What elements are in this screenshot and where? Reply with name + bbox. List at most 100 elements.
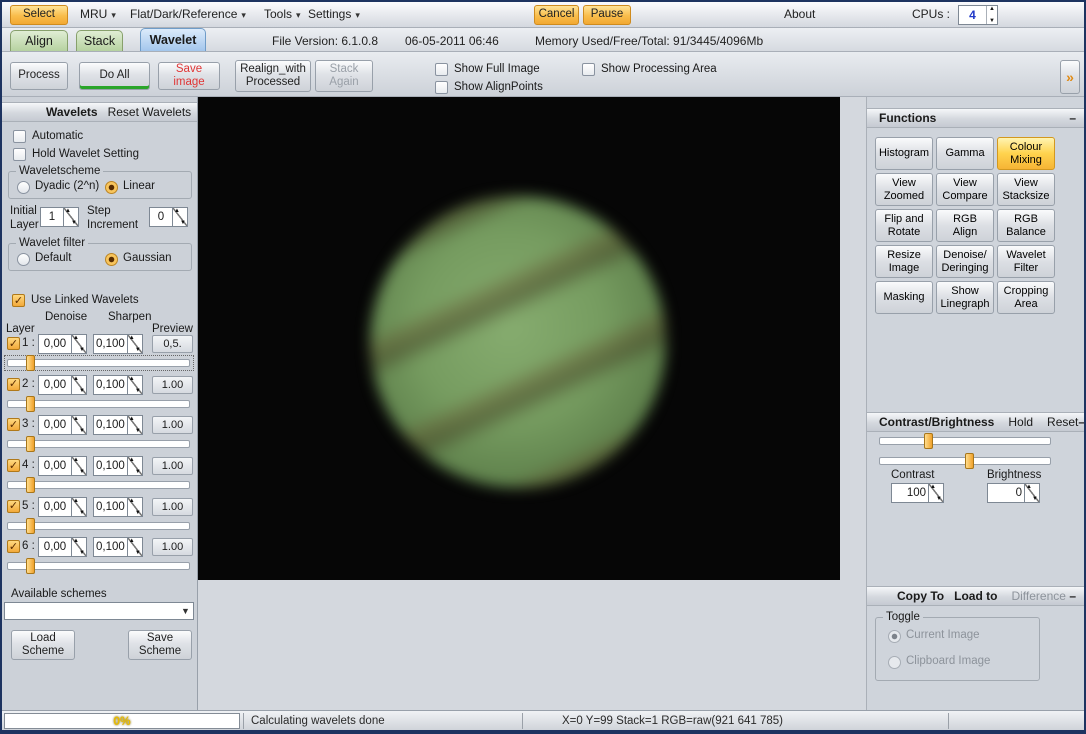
minimize-icon[interactable]: – bbox=[1069, 111, 1076, 125]
initial-layer-field[interactable]: 1 bbox=[40, 207, 79, 227]
fn-colour-mixing[interactable]: Colour Mixing bbox=[997, 137, 1055, 170]
spinner-up-down-icon[interactable] bbox=[986, 6, 997, 24]
spinner-buttons-icon[interactable] bbox=[72, 334, 87, 354]
initial-layer-value[interactable]: 1 bbox=[40, 207, 64, 227]
reset-wavelets-button[interactable]: Reset Wavelets bbox=[108, 105, 192, 119]
contrast-field[interactable]: 100 bbox=[891, 483, 944, 503]
spinner-buttons-icon[interactable] bbox=[1025, 483, 1040, 503]
use-linked-wavelets-checkbox[interactable] bbox=[12, 294, 25, 307]
spinner-buttons-icon[interactable] bbox=[127, 456, 143, 477]
menu-settings[interactable]: Settings bbox=[308, 7, 360, 21]
fn-cropping-area[interactable]: Cropping Area bbox=[997, 281, 1055, 314]
show-alignpoints-checkbox[interactable] bbox=[435, 81, 448, 94]
fn-flip-rotate[interactable]: Flip and Rotate bbox=[875, 209, 933, 242]
fn-show-linegraph[interactable]: Show Linegraph bbox=[936, 281, 994, 314]
select-button[interactable]: Select bbox=[10, 5, 68, 25]
denoise-field[interactable]: 0,00 bbox=[38, 374, 87, 395]
tab-align[interactable]: Align bbox=[10, 30, 68, 51]
denoise-field[interactable]: 0,00 bbox=[38, 537, 87, 558]
brightness-field[interactable]: 0 bbox=[987, 483, 1040, 503]
minimize-icon[interactable]: – bbox=[1078, 415, 1084, 429]
slider-handle[interactable] bbox=[26, 436, 36, 453]
copy-to-button[interactable]: Copy To bbox=[897, 589, 944, 603]
do-all-button[interactable]: Do All bbox=[79, 62, 150, 90]
fn-gamma[interactable]: Gamma bbox=[936, 137, 994, 170]
spinner-buttons-icon[interactable] bbox=[127, 415, 143, 436]
layer-slider[interactable] bbox=[7, 355, 190, 371]
chevron-down-icon[interactable]: ▼ bbox=[178, 603, 193, 619]
cancel-button[interactable]: Cancel bbox=[534, 5, 579, 25]
menu-about[interactable]: About bbox=[784, 7, 815, 21]
sharpen-field[interactable]: 0,100 bbox=[93, 334, 143, 354]
process-button[interactable]: Process bbox=[10, 62, 68, 90]
slider-handle[interactable] bbox=[965, 453, 974, 469]
menu-mru[interactable]: MRU bbox=[80, 7, 116, 21]
sharpen-field[interactable]: 0,100 bbox=[93, 415, 143, 436]
sharpen-field[interactable]: 0,100 bbox=[93, 496, 143, 517]
denoise-field[interactable]: 0,00 bbox=[38, 415, 87, 436]
spinner-buttons-icon[interactable] bbox=[127, 374, 143, 395]
layer-slider[interactable] bbox=[7, 395, 190, 412]
spinner-buttons-icon[interactable] bbox=[127, 334, 143, 354]
fn-view-zoomed[interactable]: View Zoomed bbox=[875, 173, 933, 206]
layer-checkbox[interactable] bbox=[7, 418, 20, 432]
denoise-field[interactable]: 0,00 bbox=[38, 496, 87, 517]
spinner-buttons-icon[interactable] bbox=[173, 207, 188, 227]
spinner-buttons-icon[interactable] bbox=[64, 207, 79, 227]
slider-handle[interactable] bbox=[26, 355, 36, 371]
dyadic-radio[interactable] bbox=[17, 181, 30, 194]
spinner-buttons-icon[interactable] bbox=[72, 456, 87, 477]
fn-wavelet-filter[interactable]: Wavelet Filter bbox=[997, 245, 1055, 278]
step-increment-field[interactable]: 0 bbox=[149, 207, 188, 227]
layer-checkbox[interactable] bbox=[7, 540, 20, 554]
layer-checkbox[interactable] bbox=[7, 459, 20, 473]
spinner-buttons-icon[interactable] bbox=[929, 483, 944, 503]
fn-rgb-balance[interactable]: RGB Balance bbox=[997, 209, 1055, 242]
slider-handle[interactable] bbox=[26, 558, 36, 575]
fn-masking[interactable]: Masking bbox=[875, 281, 933, 314]
fn-view-compare[interactable]: View Compare bbox=[936, 173, 994, 206]
layer-slider[interactable] bbox=[7, 558, 190, 575]
fn-view-stacksize[interactable]: View Stacksize bbox=[997, 173, 1055, 206]
layer-preview-button[interactable]: 1.00 bbox=[152, 457, 193, 476]
denoise-field[interactable]: 0,00 bbox=[38, 456, 87, 477]
tab-stack[interactable]: Stack bbox=[76, 30, 123, 51]
default-filter-radio[interactable] bbox=[17, 253, 30, 266]
layer-checkbox[interactable] bbox=[7, 377, 20, 391]
spinner-buttons-icon[interactable] bbox=[127, 537, 143, 558]
hold-button[interactable]: Hold bbox=[1008, 415, 1033, 429]
layer-slider[interactable] bbox=[7, 517, 190, 534]
spinner-buttons-icon[interactable] bbox=[72, 537, 87, 558]
automatic-checkbox[interactable] bbox=[13, 130, 26, 143]
save-scheme-button[interactable]: Save Scheme bbox=[128, 630, 192, 660]
contrast-slider[interactable] bbox=[879, 433, 1051, 449]
fn-histogram[interactable]: Histogram bbox=[875, 137, 933, 170]
fn-resize-image[interactable]: Resize Image bbox=[875, 245, 933, 278]
minimize-icon[interactable]: – bbox=[1069, 589, 1076, 603]
spinner-buttons-icon[interactable] bbox=[72, 415, 87, 436]
clipboard-image-radio[interactable] bbox=[888, 656, 901, 669]
pause-button[interactable]: Pause bbox=[583, 5, 631, 25]
expand-panel-button[interactable]: » bbox=[1060, 60, 1080, 94]
menu-flat-dark-reference[interactable]: Flat/Dark/Reference bbox=[130, 7, 246, 21]
layer-preview-button[interactable]: 1.00 bbox=[152, 375, 193, 394]
layer-checkbox[interactable] bbox=[7, 499, 20, 513]
slider-handle[interactable] bbox=[924, 433, 934, 449]
fn-denoise-deringing[interactable]: Denoise/ Deringing bbox=[936, 245, 994, 278]
fn-rgb-align[interactable]: RGB Align bbox=[936, 209, 994, 242]
slider-handle[interactable] bbox=[26, 477, 36, 494]
load-to-button[interactable]: Load to bbox=[954, 589, 997, 603]
show-processing-area-checkbox[interactable] bbox=[582, 63, 595, 76]
spinner-buttons-icon[interactable] bbox=[72, 374, 87, 395]
slider-handle[interactable] bbox=[26, 517, 36, 534]
stack-again-button[interactable]: Stack Again bbox=[315, 60, 373, 92]
sharpen-field[interactable]: 0,100 bbox=[93, 537, 143, 558]
save-image-button[interactable]: Save image bbox=[158, 62, 220, 90]
cpus-value[interactable]: 4 bbox=[959, 8, 986, 22]
spinner-buttons-icon[interactable] bbox=[127, 496, 143, 517]
layer-preview-button[interactable]: 1.00 bbox=[152, 497, 193, 516]
sharpen-field[interactable]: 0,100 bbox=[93, 374, 143, 395]
hold-wavelet-setting-checkbox[interactable] bbox=[13, 148, 26, 161]
image-view[interactable] bbox=[198, 97, 840, 580]
layer-checkbox[interactable] bbox=[7, 337, 20, 350]
